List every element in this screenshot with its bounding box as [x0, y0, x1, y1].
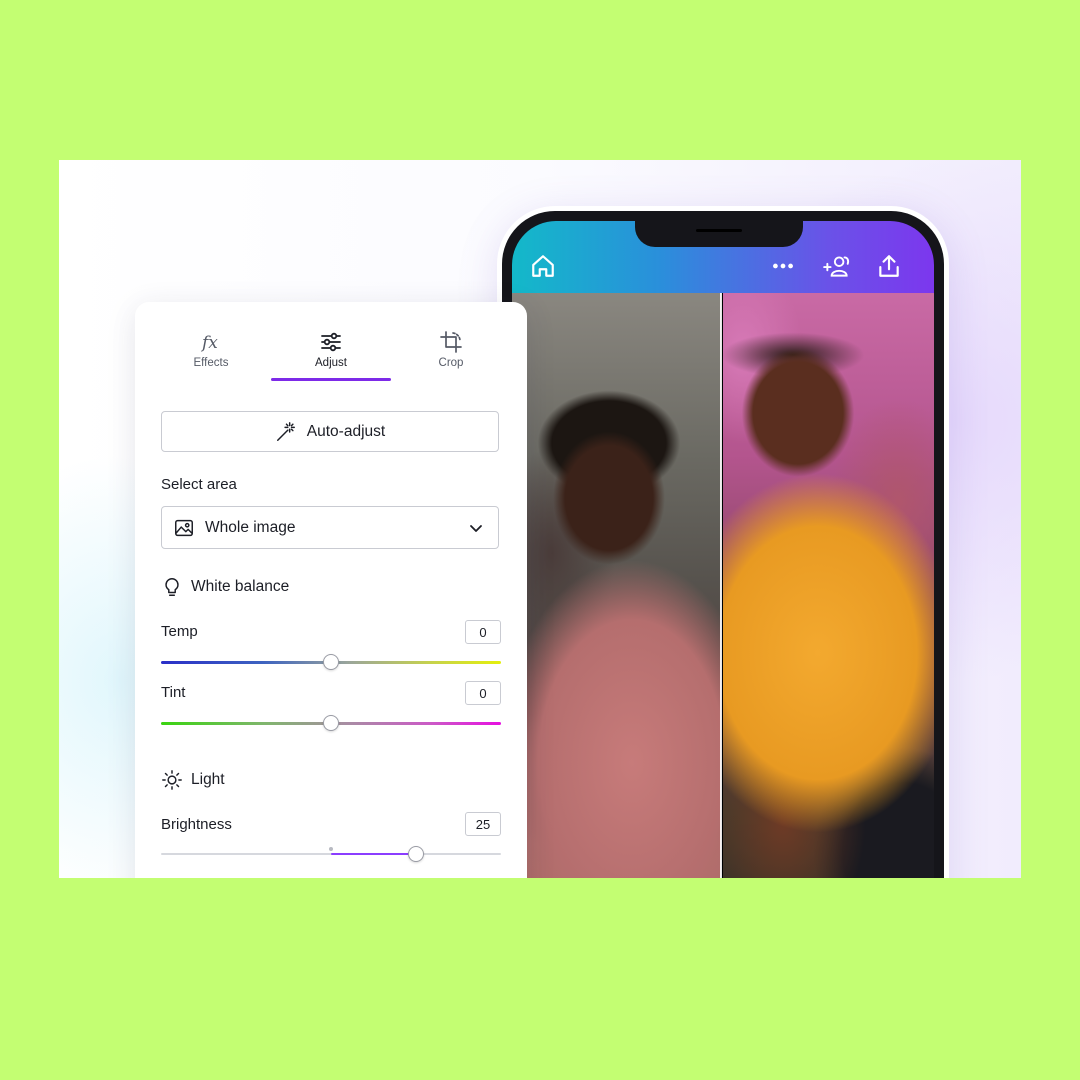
white-balance-heading: White balance: [161, 576, 289, 598]
white-balance-title: White balance: [191, 578, 290, 595]
image-icon: [175, 519, 193, 536]
tab-adjust[interactable]: Adjust: [271, 328, 391, 380]
tab-crop[interactable]: Crop: [391, 328, 511, 380]
phone-body: [502, 211, 944, 878]
phone-notch: [635, 221, 803, 247]
tint-slider-thumb[interactable]: [323, 715, 339, 731]
speaker: [696, 229, 742, 232]
more-icon[interactable]: [770, 253, 796, 279]
tab-effects[interactable]: fx Effects: [151, 328, 271, 380]
chevron-down-icon: [470, 524, 482, 532]
tab-bar: fx Effects Adjust Crop: [135, 328, 527, 380]
fx-icon: fx: [199, 330, 223, 354]
crop-icon: [439, 330, 463, 354]
photo-before-after[interactable]: [512, 293, 934, 878]
tab-label: Crop: [438, 357, 464, 369]
compare-divider[interactable]: [720, 293, 722, 878]
tint-value-input[interactable]: 0: [465, 681, 501, 705]
temp-label: Temp: [161, 623, 198, 640]
home-icon[interactable]: [530, 253, 556, 279]
select-area-value: Whole image: [205, 518, 296, 536]
phone-screen: [512, 221, 934, 878]
temp-slider-thumb[interactable]: [323, 654, 339, 670]
phone-mockup: [497, 206, 949, 878]
tab-label: Adjust: [315, 357, 347, 369]
lightbulb-icon: [165, 578, 179, 596]
select-area-dropdown[interactable]: Whole image: [161, 506, 499, 549]
brightness-center-marker: [329, 847, 333, 851]
photo-before: [512, 293, 721, 878]
tint-label: Tint: [161, 684, 186, 701]
light-title: Light: [191, 771, 225, 788]
brightness-label: Brightness: [161, 816, 232, 833]
sliders-icon: [319, 330, 343, 354]
auto-adjust-label: Auto-adjust: [306, 422, 386, 440]
svg-text:fx: fx: [200, 333, 218, 353]
magic-wand-icon: [276, 421, 295, 441]
photo-after: [723, 293, 934, 878]
select-area-label: Select area: [161, 476, 237, 493]
light-heading: Light: [161, 769, 225, 791]
sun-icon: [162, 770, 182, 790]
tab-label: Effects: [193, 357, 229, 369]
brightness-slider-thumb[interactable]: [408, 846, 424, 862]
active-tab-indicator: [271, 378, 391, 381]
temp-value-input[interactable]: 0: [465, 620, 501, 644]
adjust-panel: fx Effects Adjust Crop Auto-adjust Selec…: [135, 302, 527, 878]
brightness-slider-fill: [331, 853, 416, 855]
share-icon[interactable]: [876, 253, 902, 279]
add-people-icon[interactable]: [822, 253, 852, 279]
brightness-value-input[interactable]: 25: [465, 812, 501, 836]
auto-adjust-button[interactable]: Auto-adjust: [161, 411, 499, 452]
promo-card: fx Effects Adjust Crop Auto-adjust Selec…: [59, 160, 1021, 878]
